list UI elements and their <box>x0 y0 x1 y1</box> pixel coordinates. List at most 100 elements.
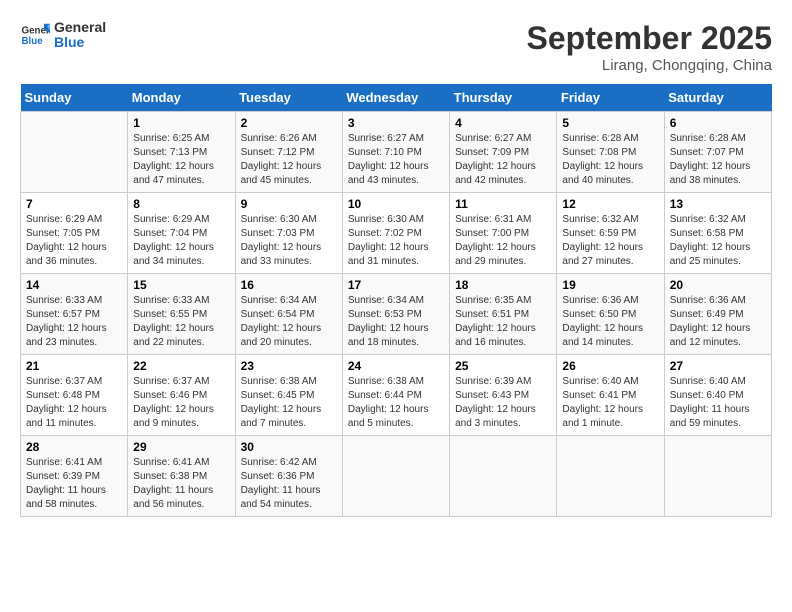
weekday-header-friday: Friday <box>557 84 664 112</box>
calendar-cell: 19 Sunrise: 6:36 AM Sunset: 6:50 PM Dayli… <box>557 274 664 355</box>
day-info: Sunrise: 6:39 AM Sunset: 6:43 PM Dayligh… <box>455 375 551 431</box>
calendar-cell: 22 Sunrise: 6:37 AM Sunset: 6:46 PM Dayli… <box>128 355 235 436</box>
calendar-cell: 6 Sunrise: 6:28 AM Sunset: 7:07 PM Daylig… <box>664 112 771 193</box>
day-number: 5 <box>562 116 658 130</box>
day-number: 17 <box>348 278 444 292</box>
calendar-cell: 16 Sunrise: 6:34 AM Sunset: 6:54 PM Dayli… <box>235 274 342 355</box>
logo: General Blue General Blue <box>20 20 106 51</box>
day-info: Sunrise: 6:33 AM Sunset: 6:57 PM Dayligh… <box>26 294 122 350</box>
calendar-cell: 17 Sunrise: 6:34 AM Sunset: 6:53 PM Dayli… <box>342 274 449 355</box>
day-info: Sunrise: 6:38 AM Sunset: 6:44 PM Dayligh… <box>348 375 444 431</box>
calendar-cell: 30 Sunrise: 6:42 AM Sunset: 6:36 PM Dayli… <box>235 436 342 517</box>
day-number: 12 <box>562 197 658 211</box>
day-info: Sunrise: 6:35 AM Sunset: 6:51 PM Dayligh… <box>455 294 551 350</box>
calendar-cell: 24 Sunrise: 6:38 AM Sunset: 6:44 PM Dayli… <box>342 355 449 436</box>
day-info: Sunrise: 6:32 AM Sunset: 6:58 PM Dayligh… <box>670 213 766 269</box>
calendar-week-5: 28 Sunrise: 6:41 AM Sunset: 6:39 PM Dayli… <box>21 436 772 517</box>
calendar-cell: 3Sunrise: 6:27 AM Sunset: 7:10 PM Daylig… <box>342 112 449 193</box>
day-number: 23 <box>241 359 337 373</box>
calendar-cell: 20Sunrise: 6:36 AM Sunset: 6:49 PM Dayli… <box>664 274 771 355</box>
calendar-table: SundayMondayTuesdayWednesdayThursdayFrid… <box>20 84 772 517</box>
day-info: Sunrise: 6:31 AM Sunset: 7:00 PM Dayligh… <box>455 213 551 269</box>
day-number: 21 <box>26 359 122 373</box>
calendar-week-1: 1 Sunrise: 6:25 AM Sunset: 7:13 PM Daylig… <box>21 112 772 193</box>
page-header: General Blue General Blue September 2025… <box>20 20 772 74</box>
day-info: Sunrise: 6:41 AM Sunset: 6:38 PM Dayligh… <box>133 456 229 512</box>
calendar-cell: 5 Sunrise: 6:28 AM Sunset: 7:08 PM Daylig… <box>557 112 664 193</box>
svg-text:Blue: Blue <box>22 36 44 47</box>
logo-blue: Blue <box>54 35 106 50</box>
calendar-cell: 28 Sunrise: 6:41 AM Sunset: 6:39 PM Dayli… <box>21 436 128 517</box>
calendar-week-2: 7 Sunrise: 6:29 AM Sunset: 7:05 PM Daylig… <box>21 193 772 274</box>
calendar-cell: 29Sunrise: 6:41 AM Sunset: 6:38 PM Dayli… <box>128 436 235 517</box>
weekday-header-monday: Monday <box>128 84 235 112</box>
day-info: Sunrise: 6:29 AM Sunset: 7:05 PM Dayligh… <box>26 213 122 269</box>
day-number: 19 <box>562 278 658 292</box>
calendar-cell: 26 Sunrise: 6:40 AM Sunset: 6:41 PM Dayli… <box>557 355 664 436</box>
day-number: 27 <box>670 359 766 373</box>
day-number: 2 <box>241 116 337 130</box>
logo-icon: General Blue <box>20 20 50 50</box>
calendar-cell: 11Sunrise: 6:31 AM Sunset: 7:00 PM Dayli… <box>450 193 557 274</box>
day-info: Sunrise: 6:38 AM Sunset: 6:45 PM Dayligh… <box>241 375 337 431</box>
day-number: 13 <box>670 197 766 211</box>
day-number: 18 <box>455 278 551 292</box>
weekday-header-sunday: Sunday <box>21 84 128 112</box>
location-subtitle: Lirang, Chongqing, China <box>527 57 772 74</box>
day-number: 9 <box>241 197 337 211</box>
day-info: Sunrise: 6:30 AM Sunset: 7:02 PM Dayligh… <box>348 213 444 269</box>
day-info: Sunrise: 6:33 AM Sunset: 6:55 PM Dayligh… <box>133 294 229 350</box>
calendar-cell <box>557 436 664 517</box>
day-number: 1 <box>133 116 229 130</box>
calendar-cell: 12 Sunrise: 6:32 AM Sunset: 6:59 PM Dayli… <box>557 193 664 274</box>
day-info: Sunrise: 6:28 AM Sunset: 7:08 PM Dayligh… <box>562 132 658 188</box>
day-number: 14 <box>26 278 122 292</box>
day-number: 4 <box>455 116 551 130</box>
weekday-header-tuesday: Tuesday <box>235 84 342 112</box>
day-info: Sunrise: 6:41 AM Sunset: 6:39 PM Dayligh… <box>26 456 122 512</box>
day-info: Sunrise: 6:40 AM Sunset: 6:41 PM Dayligh… <box>562 375 658 431</box>
calendar-header-row: SundayMondayTuesdayWednesdayThursdayFrid… <box>21 84 772 112</box>
day-info: Sunrise: 6:27 AM Sunset: 7:09 PM Dayligh… <box>455 132 551 188</box>
calendar-body: 1 Sunrise: 6:25 AM Sunset: 7:13 PM Daylig… <box>21 112 772 517</box>
day-info: Sunrise: 6:37 AM Sunset: 6:46 PM Dayligh… <box>133 375 229 431</box>
calendar-cell: 13 Sunrise: 6:32 AM Sunset: 6:58 PM Dayli… <box>664 193 771 274</box>
day-info: Sunrise: 6:27 AM Sunset: 7:10 PM Dayligh… <box>348 132 444 188</box>
day-number: 8 <box>133 197 229 211</box>
calendar-cell <box>450 436 557 517</box>
day-info: Sunrise: 6:36 AM Sunset: 6:50 PM Dayligh… <box>562 294 658 350</box>
calendar-cell: 18 Sunrise: 6:35 AM Sunset: 6:51 PM Dayli… <box>450 274 557 355</box>
day-info: Sunrise: 6:34 AM Sunset: 6:53 PM Dayligh… <box>348 294 444 350</box>
title-block: September 2025 Lirang, Chongqing, China <box>527 20 772 74</box>
logo-general: General <box>54 20 106 35</box>
day-number: 7 <box>26 197 122 211</box>
day-info: Sunrise: 6:37 AM Sunset: 6:48 PM Dayligh… <box>26 375 122 431</box>
calendar-cell: 14 Sunrise: 6:33 AM Sunset: 6:57 PM Dayli… <box>21 274 128 355</box>
day-info: Sunrise: 6:34 AM Sunset: 6:54 PM Dayligh… <box>241 294 337 350</box>
day-number: 26 <box>562 359 658 373</box>
weekday-header-saturday: Saturday <box>664 84 771 112</box>
calendar-cell: 9Sunrise: 6:30 AM Sunset: 7:03 PM Daylig… <box>235 193 342 274</box>
day-info: Sunrise: 6:42 AM Sunset: 6:36 PM Dayligh… <box>241 456 337 512</box>
day-number: 10 <box>348 197 444 211</box>
day-info: Sunrise: 6:26 AM Sunset: 7:12 PM Dayligh… <box>241 132 337 188</box>
day-number: 16 <box>241 278 337 292</box>
day-info: Sunrise: 6:32 AM Sunset: 6:59 PM Dayligh… <box>562 213 658 269</box>
day-info: Sunrise: 6:25 AM Sunset: 7:13 PM Dayligh… <box>133 132 229 188</box>
day-number: 24 <box>348 359 444 373</box>
calendar-cell: 21 Sunrise: 6:37 AM Sunset: 6:48 PM Dayli… <box>21 355 128 436</box>
calendar-cell: 23 Sunrise: 6:38 AM Sunset: 6:45 PM Dayli… <box>235 355 342 436</box>
month-title: September 2025 <box>527 20 772 57</box>
day-number: 22 <box>133 359 229 373</box>
calendar-cell: 2 Sunrise: 6:26 AM Sunset: 7:12 PM Daylig… <box>235 112 342 193</box>
day-number: 6 <box>670 116 766 130</box>
day-info: Sunrise: 6:28 AM Sunset: 7:07 PM Dayligh… <box>670 132 766 188</box>
calendar-cell <box>342 436 449 517</box>
day-info: Sunrise: 6:36 AM Sunset: 6:49 PM Dayligh… <box>670 294 766 350</box>
calendar-cell: 1 Sunrise: 6:25 AM Sunset: 7:13 PM Daylig… <box>128 112 235 193</box>
calendar-cell: 25Sunrise: 6:39 AM Sunset: 6:43 PM Dayli… <box>450 355 557 436</box>
weekday-header-thursday: Thursday <box>450 84 557 112</box>
day-number: 30 <box>241 440 337 454</box>
day-info: Sunrise: 6:40 AM Sunset: 6:40 PM Dayligh… <box>670 375 766 431</box>
day-number: 28 <box>26 440 122 454</box>
